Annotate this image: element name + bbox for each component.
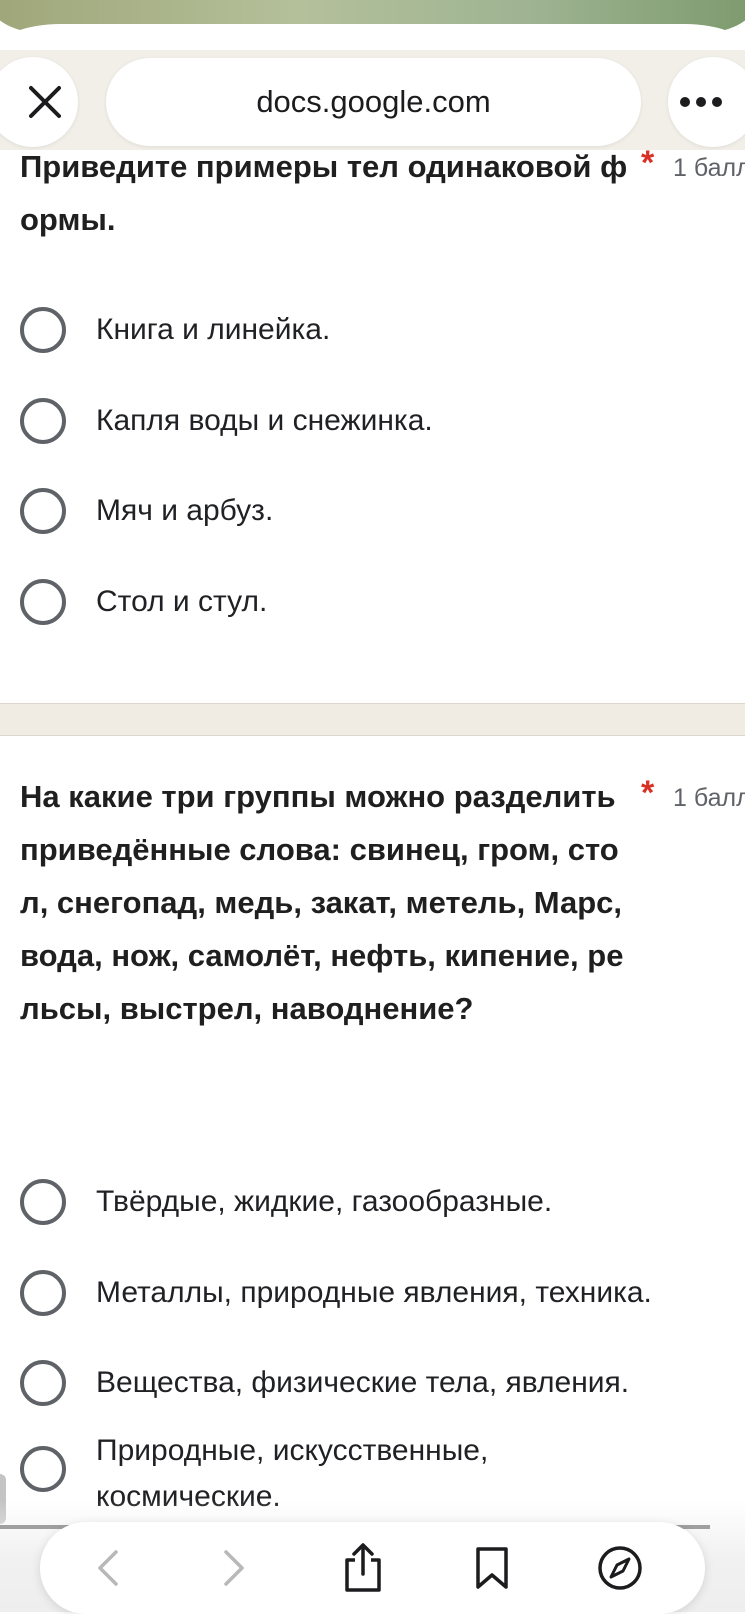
option-2[interactable]: Металлы, природные явления, техника. <box>20 1268 730 1318</box>
more-horizontal-icon <box>680 97 722 107</box>
radio-button[interactable] <box>20 579 66 625</box>
share-icon <box>345 1543 381 1592</box>
option-3[interactable]: Вещества, физические тела, явления. <box>20 1358 730 1408</box>
bookmark-icon <box>476 1547 508 1589</box>
question-card-1: Приведите примеры тел одинаковой формы. … <box>0 144 745 703</box>
back-icon <box>98 1550 118 1586</box>
radio-button[interactable] <box>20 307 66 353</box>
compass-icon <box>598 1546 642 1590</box>
bookmark-button[interactable] <box>452 1522 532 1614</box>
points-label: 1 балл <box>673 154 745 182</box>
option-label: Книга и линейка. <box>96 313 331 346</box>
required-mark: * <box>641 144 655 182</box>
option-1[interactable]: Книга и линейка. <box>20 305 730 355</box>
forward-icon <box>224 1550 244 1586</box>
share-button[interactable] <box>323 1522 403 1614</box>
address-bar[interactable]: docs.google.com <box>106 58 641 146</box>
option-label: Металлы, природные явления, техника. <box>96 1276 652 1309</box>
radio-button[interactable] <box>20 398 66 444</box>
radio-button[interactable] <box>20 1270 66 1316</box>
radio-button[interactable] <box>20 1179 66 1225</box>
question-title: Приведите примеры тел одинаковой формы. <box>20 149 628 237</box>
question-card-2: На какие три группы можно разделить прив… <box>0 736 745 1536</box>
required-mark: * <box>641 774 655 812</box>
points-label: 1 балл <box>673 784 745 812</box>
radio-button[interactable] <box>20 488 66 534</box>
option-label: Твёрдые, жидкие, газообразные. <box>96 1185 553 1218</box>
question-title: На какие три группы можно разделить прив… <box>20 779 624 1026</box>
option-label: Вещества, физические тела, явления. <box>96 1366 630 1399</box>
option-3[interactable]: Мяч и арбуз. <box>20 486 730 536</box>
option-label: Мяч и арбуз. <box>96 494 274 527</box>
option-1[interactable]: Твёрдые, жидкие, газообразные. <box>20 1177 730 1227</box>
section-separator <box>0 703 745 736</box>
option-label: Капля воды и снежинка. <box>96 404 433 437</box>
option-label: Стол и стул. <box>96 585 268 618</box>
option-4[interactable]: Стол и стул. <box>20 577 730 627</box>
bottom-toolbar <box>40 1522 705 1614</box>
back-button[interactable] <box>68 1522 148 1614</box>
radio-button[interactable] <box>20 1360 66 1406</box>
url-text: docs.google.com <box>256 84 491 119</box>
close-icon <box>29 86 61 118</box>
option-2[interactable]: Капля воды и снежинка. <box>20 396 730 446</box>
compass-button[interactable] <box>580 1522 660 1614</box>
radio-button[interactable] <box>20 1446 66 1492</box>
forward-button[interactable] <box>194 1522 274 1614</box>
